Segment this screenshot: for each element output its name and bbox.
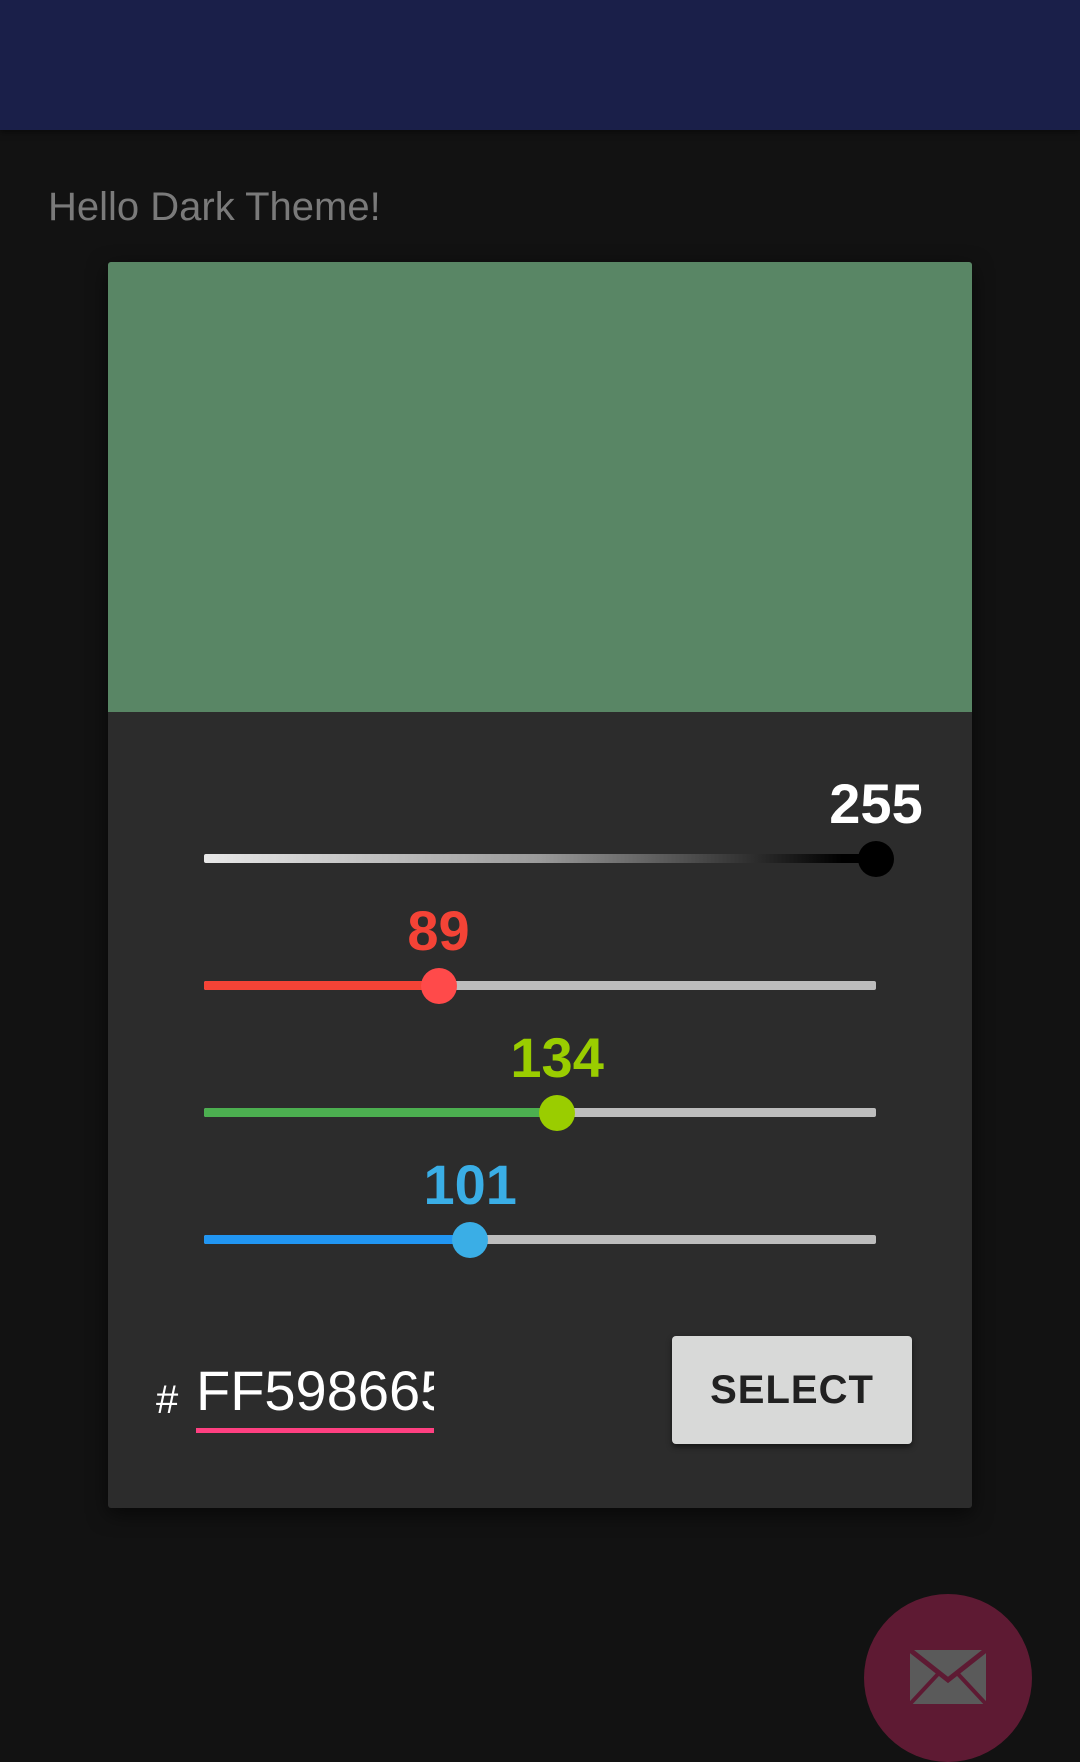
red-thumb[interactable]	[420, 968, 457, 1004]
red-track[interactable]	[204, 981, 876, 990]
blue-track[interactable]	[204, 1235, 876, 1244]
greeting-text: Hello Dark Theme!	[48, 185, 381, 229]
mail-fab[interactable]	[864, 1594, 1032, 1762]
select-button[interactable]: SELECT	[672, 1336, 912, 1444]
alpha-slider[interactable]: 255	[108, 772, 972, 882]
blue-value: 101	[423, 1153, 517, 1216]
red-slider[interactable]: 89	[108, 899, 972, 1009]
hex-input[interactable]	[196, 1352, 434, 1433]
color-picker-dialog: 255 89 134 101 # SELECT	[108, 262, 972, 1508]
alpha-thumb[interactable]	[858, 841, 894, 877]
hex-prefix: #	[156, 1378, 179, 1422]
color-preview	[108, 262, 972, 712]
red-fill	[204, 981, 439, 990]
alpha-value: 255	[829, 772, 923, 835]
mail-icon	[910, 1650, 986, 1704]
app-bar	[0, 0, 1080, 130]
green-fill	[204, 1108, 558, 1117]
red-value: 89	[407, 899, 470, 962]
green-value: 134	[510, 1026, 604, 1089]
blue-slider[interactable]: 101	[108, 1153, 972, 1263]
blue-thumb[interactable]	[452, 1222, 489, 1258]
green-thumb[interactable]	[539, 1095, 576, 1131]
alpha-track[interactable]	[204, 854, 876, 863]
green-slider[interactable]: 134	[108, 1026, 972, 1136]
blue-fill	[204, 1235, 471, 1244]
